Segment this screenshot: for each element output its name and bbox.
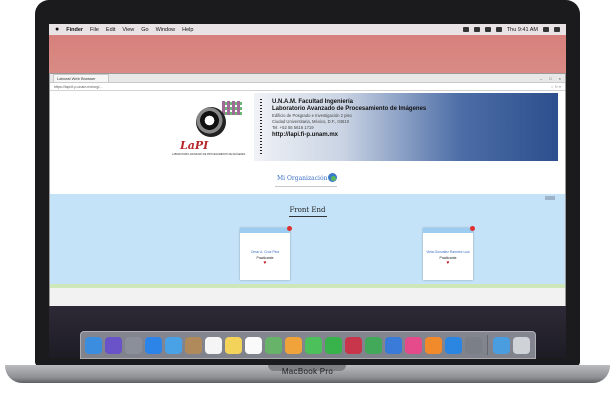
page-bottom — [50, 288, 565, 306]
member-name[interactable]: Viela Gonzalez Ramirez Luis — [423, 250, 473, 254]
url-text[interactable]: https://lapi.fi-p.unam.mx/org/... — [54, 85, 102, 89]
org-link[interactable]: Mi Organización — [277, 175, 327, 182]
lapi-banner: LaPI LABORATORIO AVANZADO DE PROCESAMIEN… — [168, 93, 558, 161]
siri-icon[interactable] — [105, 336, 122, 354]
member-card[interactable]: Omar A. Cruz Pina Practicante ♥ — [240, 226, 292, 280]
notes-icon[interactable] — [225, 336, 242, 354]
appstore-icon[interactable] — [445, 336, 462, 354]
remove-member-icon[interactable] — [470, 226, 475, 231]
menu-window[interactable]: Window — [156, 27, 176, 33]
trash-icon[interactable] — [513, 336, 530, 354]
card-header — [240, 228, 290, 233]
banner-line-2: Laboratorio Avanzado de Procesamiento de… — [272, 106, 427, 112]
keynote-icon[interactable] — [385, 336, 402, 354]
downloads-icon[interactable] — [493, 336, 510, 354]
section-title: Front End — [289, 206, 326, 214]
menu-finder[interactable]: Finder — [66, 27, 83, 33]
banner-line-5: Tel. +52 55 5616 1719 — [272, 125, 314, 130]
org-icon[interactable] — [328, 173, 337, 182]
notification-center-icon[interactable] — [554, 27, 560, 32]
dock — [80, 331, 536, 359]
messages-icon[interactable] — [305, 336, 322, 354]
wifi-icon[interactable] — [484, 27, 491, 32]
logo-text: LaPI — [180, 139, 209, 152]
calendar-icon[interactable] — [205, 336, 222, 354]
pixel-dots-icon — [222, 101, 242, 115]
bluetooth-icon[interactable] — [462, 27, 469, 32]
volume-icon[interactable] — [473, 27, 480, 32]
section-tag[interactable] — [545, 196, 555, 200]
menu-edit[interactable]: Edit — [106, 27, 115, 33]
preferences-icon[interactable] — [465, 336, 482, 354]
org-underline — [275, 186, 337, 187]
address-bar[interactable]: https://lapi.fi-p.unam.mx/org/... ☆ ↻ ≡ — [50, 83, 565, 91]
browser-tab[interactable]: Laborat Web Browser — [53, 74, 109, 82]
browser-titlebar: Laborat Web Browser – □ × — [50, 74, 565, 83]
ibooks-icon[interactable] — [425, 336, 442, 354]
menu-go[interactable]: Go — [141, 27, 148, 33]
photos-icon[interactable] — [285, 336, 302, 354]
menu-help[interactable]: Help — [182, 27, 193, 33]
banner-line-3: Edificio de Posgrado e Investigación 2 p… — [272, 113, 352, 118]
numbers-icon[interactable] — [365, 336, 382, 354]
banner-line-4: Ciudad Universitaria, México, D.F., 0451… — [272, 119, 350, 124]
section-title-underline — [289, 216, 327, 217]
spotlight-icon[interactable] — [543, 27, 549, 32]
finder-icon[interactable] — [85, 336, 102, 354]
menu-view[interactable]: View — [122, 27, 134, 33]
laptop-frame: ● Finder File Edit View Go Window Help T… — [0, 0, 615, 400]
remove-member-icon[interactable] — [287, 226, 292, 231]
itunes-icon[interactable] — [405, 336, 422, 354]
launchpad-icon[interactable] — [125, 336, 142, 354]
apple-menu-icon[interactable]: ● — [55, 26, 59, 33]
banner-info: U.N.A.M. Facultad Ingeniería Laboratorio… — [272, 99, 472, 138]
member-name[interactable]: Omar A. Cruz Pina — [240, 250, 290, 254]
maps-icon[interactable] — [265, 336, 282, 354]
menubar-clock[interactable]: Thu 9:41 AM — [507, 27, 538, 33]
safari-icon[interactable] — [145, 336, 162, 354]
lens-icon — [196, 107, 226, 137]
contacts-icon[interactable] — [185, 336, 202, 354]
dock-separator — [487, 335, 488, 355]
banner-line-1: U.N.A.M. Facultad Ingeniería — [272, 99, 354, 105]
member-card[interactable]: Viela Gonzalez Ramirez Luis Practicante … — [423, 226, 475, 280]
device-label: MacBook Pro — [281, 367, 334, 376]
menu-file[interactable]: File — [90, 27, 99, 33]
minimize-icon[interactable]: – — [540, 76, 542, 81]
photobooth-icon[interactable] — [345, 336, 362, 354]
menu-bar: ● Finder File Edit View Go Window Help T… — [49, 24, 566, 35]
card-header — [423, 228, 473, 233]
browser-tools[interactable]: ☆ ↻ ≡ — [551, 85, 561, 89]
desktop-screen: ● Finder File Edit View Go Window Help T… — [49, 24, 566, 358]
heart-icon[interactable]: ♥ — [423, 260, 473, 266]
heart-icon[interactable]: ♥ — [240, 260, 290, 266]
banner-divider — [260, 99, 262, 155]
maximize-icon[interactable]: □ — [549, 76, 551, 81]
browser-window: Laborat Web Browser – □ × https://lapi.f… — [49, 73, 566, 306]
facetime-icon[interactable] — [325, 336, 342, 354]
banner-url[interactable]: http://lapi.fi-p.unam.mx — [272, 132, 472, 138]
battery-icon[interactable] — [495, 27, 502, 32]
close-icon[interactable]: × — [559, 76, 561, 81]
lapi-logo: LaPI LABORATORIO AVANZADO DE PROCESAMIEN… — [168, 93, 254, 161]
mail-icon[interactable] — [165, 336, 182, 354]
reminders-icon[interactable] — [245, 336, 262, 354]
logo-subtitle: LABORATORIO AVANZADO DE PROCESAMIENTO DE… — [172, 153, 246, 156]
web-page: LaPI LABORATORIO AVANZADO DE PROCESAMIEN… — [50, 91, 565, 306]
